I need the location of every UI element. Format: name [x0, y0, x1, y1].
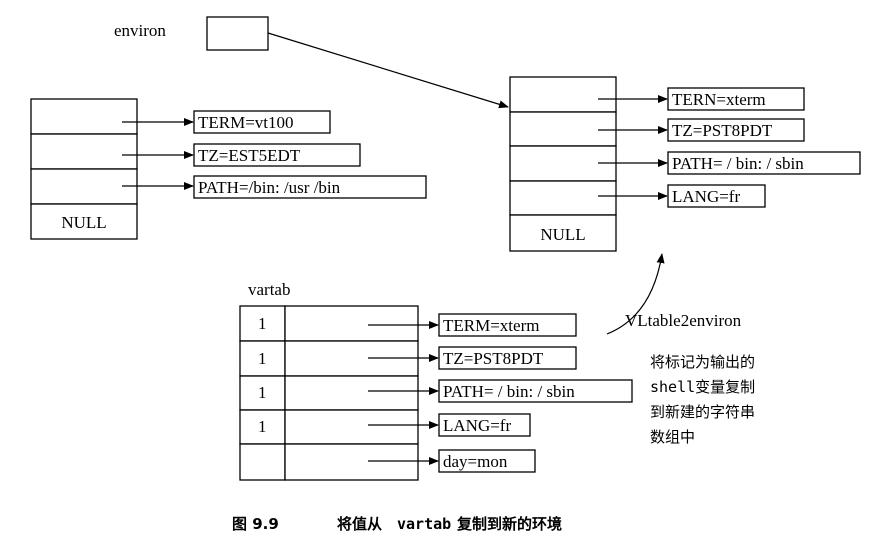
old-env-cell	[30, 98, 138, 135]
vartab-flag-cell	[239, 443, 286, 481]
explanation-line: 到新建的字符串	[650, 403, 755, 421]
old-env-string: TZ=EST5EDT	[198, 146, 301, 165]
vartab-value-cell	[284, 409, 419, 445]
figure-caption-number: 图 9.9	[232, 515, 279, 533]
old-env-cell	[30, 168, 138, 205]
vartab-flag: 1	[258, 349, 267, 368]
new-env-cell	[509, 76, 617, 113]
explanation-note: 将标记为输出的 shell变量复制 到新建的字符串 数组中	[650, 353, 755, 446]
vartab-value-cell	[284, 375, 419, 411]
old-env-string: PATH=/bin: /usr /bin	[198, 178, 341, 197]
explanation-line: 将标记为输出的	[650, 353, 755, 371]
figure-caption-code: vartab	[397, 515, 451, 533]
new-env-cell	[509, 111, 617, 147]
explanation-line: 数组中	[650, 428, 695, 446]
vartab-string: day=mon	[443, 452, 508, 471]
vartab-flag: 1	[258, 383, 267, 402]
environ-pointer-arrow	[267, 32, 509, 109]
old-environ-array: NULL TERM=vt100 TZ=EST5EDT PATH=/bin: /u…	[30, 98, 427, 240]
vartab-string: PATH= / bin: / sbin	[443, 382, 575, 401]
new-env-cell	[509, 180, 617, 216]
new-env-string: TERN=xterm	[672, 90, 766, 109]
vartab-value-cell	[284, 305, 419, 342]
new-env-string: TZ=PST8PDT	[672, 121, 773, 140]
new-environ-array: NULL TERN=xterm TZ=PST8PDT PATH= / bin: …	[509, 76, 861, 252]
new-env-string: PATH= / bin: / sbin	[672, 154, 804, 173]
figure-caption-text-a: 将值从	[337, 515, 382, 533]
vartab-table: vartab 1 1 1 1 TERM=xterm TZ=PST8PDT PAT…	[239, 280, 633, 481]
figure-canvas: environ NULL TERM=vt100 TZ=EST5EDT PATH=…	[0, 0, 877, 542]
new-env-string: LANG=fr	[672, 187, 740, 206]
vartab-string: TERM=xterm	[443, 316, 539, 335]
vartab-flag: 1	[258, 417, 267, 436]
diagram-svg: environ NULL TERM=vt100 TZ=EST5EDT PATH=…	[30, 16, 861, 533]
old-env-cell	[30, 133, 138, 170]
old-env-string: TERM=vt100	[198, 113, 294, 132]
new-env-null-label: NULL	[540, 225, 585, 244]
vartab-flag: 1	[258, 314, 267, 333]
vartab-label: vartab	[248, 280, 290, 299]
figure-caption-text-b: 复制到新的环境	[456, 515, 562, 533]
explanation-line: shell变量复制	[650, 378, 755, 396]
function-label: VLtable2environ	[625, 311, 742, 330]
vartab-value-cell	[284, 443, 419, 481]
vartab-string: TZ=PST8PDT	[443, 349, 544, 368]
environ-pointer-box	[206, 16, 269, 51]
environ-label: environ	[114, 21, 166, 40]
old-env-null-label: NULL	[61, 213, 106, 232]
vartab-string: LANG=fr	[443, 416, 511, 435]
